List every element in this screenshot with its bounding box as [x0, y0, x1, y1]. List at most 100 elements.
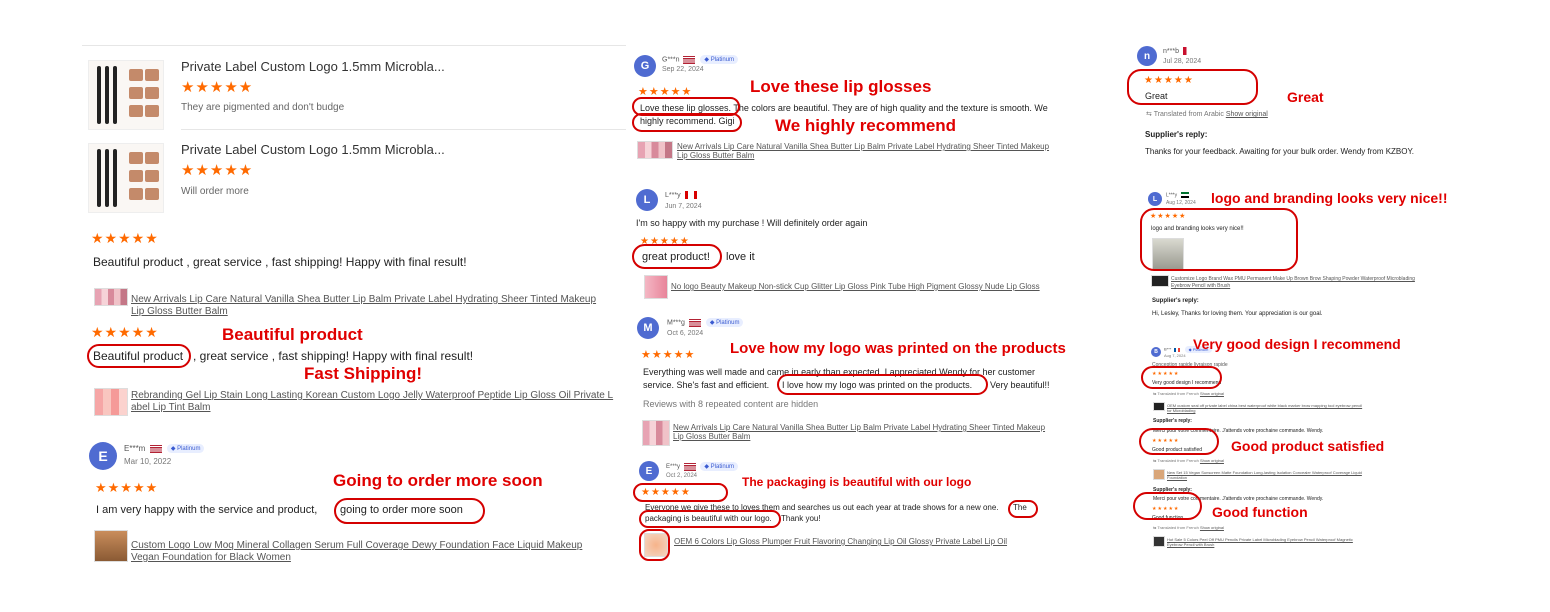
reviewer-name: E***m Platinum — [124, 444, 205, 454]
reviewer-name-text: L***y — [1166, 192, 1178, 199]
oman-flag-icon — [1182, 47, 1195, 55]
review-text: They are pigmented and don't budge — [181, 102, 345, 113]
product-image[interactable] — [88, 60, 164, 130]
translated-from: Translated from French — [1157, 525, 1199, 530]
reviewer-name-text: E***y — [666, 464, 681, 471]
product-link[interactable]: Eyebrow Pencil with Brush — [1167, 542, 1214, 547]
translated-from: Translated from French — [1157, 458, 1199, 463]
hidden-reviews-note[interactable]: Reviews with 8 repeated content are hidd… — [643, 399, 818, 409]
highlight-circle — [1133, 492, 1202, 520]
show-original-link[interactable]: Show original — [1200, 391, 1224, 396]
translation-note: ⇆ Translated from Arabic Show original — [1146, 110, 1268, 118]
product-thumbnail[interactable] — [94, 530, 128, 562]
translation-note: ⇆ Translated from French Show original — [1153, 525, 1224, 530]
review-date: Aug 12, 2024 — [1166, 200, 1196, 206]
highlight-circle — [334, 498, 485, 524]
review-date: Oct 2, 2024 — [666, 473, 698, 479]
product-thumbnail[interactable] — [94, 388, 128, 416]
review-date: Mar 10, 2022 — [124, 457, 172, 466]
reviewer-name-text: B*** — [1164, 346, 1172, 352]
rating-stars: ★★★★★ — [91, 324, 159, 340]
product-link[interactable]: Lip Gloss Butter Balm — [673, 432, 750, 441]
avatar: E — [89, 442, 117, 470]
product-link[interactable]: abel Lip Tint Balm — [131, 402, 211, 413]
product-link[interactable]: Customize Logo Brand Wax PMU Permanent M… — [1171, 276, 1415, 282]
platinum-badge: Platinum — [166, 444, 205, 454]
show-original-link[interactable]: Show original — [1200, 525, 1224, 530]
product-link[interactable]: New Arrivals Lip Care Natural Vanilla Sh… — [677, 142, 1049, 151]
supplier-reply-label: Supplier's reply: — [1153, 418, 1192, 424]
reviewer-name: n***b — [1163, 47, 1195, 55]
product-link[interactable]: Custom Logo Low Moq Mineral Collagen Ser… — [131, 540, 582, 551]
product-title[interactable]: Private Label Custom Logo 1.5mm Microbla… — [181, 142, 445, 157]
annotation-love-glosses: Love these lip glosses — [750, 77, 932, 96]
highlight-circle — [777, 374, 988, 395]
product-link[interactable]: New Set 15 Vegan Sunscreen Matte Foundat… — [1167, 470, 1362, 475]
highlight-circle — [632, 113, 742, 132]
highlight-circle — [632, 244, 722, 269]
product-link[interactable]: Rebranding Gel Lip Stain Long Lasting Ko… — [131, 390, 613, 401]
product-thumbnail[interactable] — [644, 275, 668, 299]
review-text: I am very happy with the service and pro… — [96, 504, 318, 516]
reviewer-name: M***g Platinum — [667, 318, 744, 327]
product-thumbnail[interactable] — [642, 420, 670, 446]
us-flag-icon — [688, 318, 701, 327]
product-thumbnail[interactable] — [94, 288, 128, 306]
product-thumbnail[interactable] — [1153, 536, 1165, 547]
reviewer-name-text: n***b — [1163, 47, 1179, 55]
show-original-link[interactable]: Show original — [1226, 111, 1268, 118]
product-image[interactable] — [88, 143, 164, 213]
product-link[interactable]: Foundation — [1167, 475, 1187, 480]
rating-stars: ★★★★★ — [641, 349, 696, 361]
avatar: M — [637, 317, 659, 339]
product-link[interactable]: Lip Gloss Butter Balm — [131, 306, 228, 317]
product-link[interactable]: OEM 6 Colors Lip Gloss Plumper Fruit Fla… — [674, 537, 1007, 546]
product-title[interactable]: Private Label Custom Logo 1.5mm Microbla… — [181, 59, 445, 74]
reviewer-name: L***y — [665, 191, 697, 199]
us-flag-icon — [683, 55, 696, 64]
annotation-good-function: Good function — [1212, 504, 1308, 520]
product-link[interactable]: OEM custom seal off private label china … — [1167, 403, 1362, 408]
product-link[interactable]: for Microblading — [1167, 408, 1195, 413]
review-text: , great service , fast shipping! Happy w… — [193, 349, 474, 363]
product-link[interactable]: Vegan Foundation for Black Women — [131, 552, 291, 563]
highlight-circle — [1008, 500, 1038, 518]
avatar: n — [1137, 46, 1157, 66]
review-text: Will order more — [181, 186, 249, 197]
reviewer-name-text: L***y — [665, 191, 681, 199]
product-link[interactable]: New Arrivals Lip Care Natural Vanilla Sh… — [673, 423, 1045, 432]
reviewer-name-text: G***n — [662, 56, 680, 64]
product-link[interactable]: Eyebrow Pencil with Brush — [1171, 283, 1230, 289]
product-link[interactable]: Lip Gloss Butter Balm — [677, 151, 754, 160]
rating-stars: ★★★★★ — [95, 480, 159, 495]
highlight-circle — [87, 344, 191, 368]
annotation-logo-branding: logo and branding looks very nice!! — [1211, 190, 1448, 206]
show-original-link[interactable]: Show original — [1200, 458, 1224, 463]
platinum-badge: Platinum — [705, 318, 744, 327]
annotation-beautiful-product: Beautiful product — [222, 325, 363, 344]
annotation-order-more: Going to order more soon — [333, 471, 543, 490]
product-link[interactable]: No logo Beauty Makeup Non-stick Cup Glit… — [671, 282, 1040, 291]
product-thumbnail[interactable] — [637, 141, 673, 159]
highlight-circle — [1141, 366, 1222, 389]
reviewer-name: L***y — [1166, 192, 1189, 198]
annotation-fast-shipping: Fast Shipping! — [304, 364, 423, 383]
review-date: Sep 22, 2024 — [662, 66, 704, 73]
highlight-circle — [639, 529, 670, 561]
product-link[interactable]: New Arrivals Lip Care Natural Vanilla Sh… — [131, 294, 596, 305]
highlight-circle — [1140, 208, 1298, 271]
translated-from: Translated from Arabic — [1153, 111, 1224, 118]
avatar: L — [636, 189, 658, 211]
translation-note: ⇆ Translated from French Show original — [1153, 391, 1224, 396]
highlight-circle — [639, 510, 781, 528]
product-thumbnail[interactable] — [1151, 275, 1169, 287]
supplier-reply-label: Supplier's reply: — [1152, 298, 1199, 304]
supplier-reply: Hi, Lesley, Thanks for loving them. Your… — [1152, 311, 1323, 317]
canada-flag-icon — [684, 191, 697, 199]
supplier-reply: Thanks for your feedback. Awaiting for y… — [1145, 147, 1415, 156]
reviewer-name: G***n Platinum — [662, 55, 739, 64]
product-thumbnail[interactable] — [1153, 469, 1165, 480]
annotation-great: Great — [1287, 89, 1324, 105]
review-text: I'm so happy with my purchase ! Will def… — [636, 218, 868, 228]
product-thumbnail[interactable] — [1153, 402, 1165, 411]
